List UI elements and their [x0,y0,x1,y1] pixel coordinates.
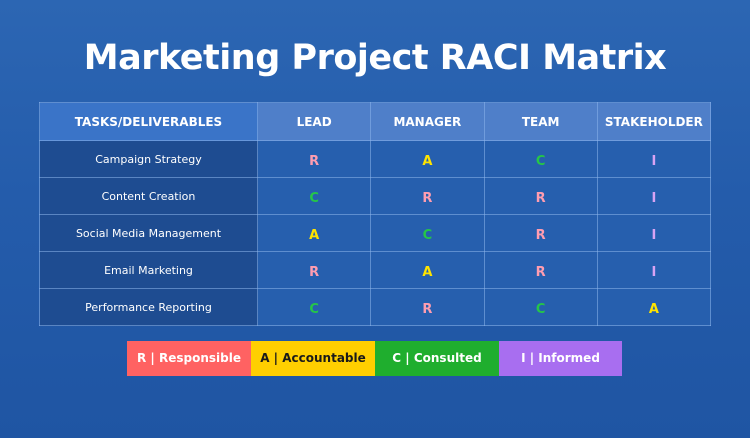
raci-code: R [535,190,546,206]
task-name: Social Media Management [39,214,258,252]
legend-informed: I | Informed [499,341,622,376]
legend: R | Responsible A | Accountable C | Cons… [127,341,622,376]
task-name: Content Creation [39,177,258,215]
raci-code: R [309,153,320,169]
raci-cell: I [596,251,712,289]
raci-code: C [535,153,546,169]
raci-cell: R [370,177,485,215]
legend-consulted: C | Consulted [375,341,499,376]
table-row: Social Media Management A C R I [39,214,712,252]
task-name: Email Marketing [39,251,258,289]
task-name: Performance Reporting [39,288,258,326]
table-row: Performance Reporting C R C A [39,288,712,326]
column-header-manager: MANAGER [370,102,485,141]
raci-code: R [309,264,320,280]
column-header-stakeholder: STAKEHOLDER [596,102,712,141]
raci-cell: I [596,214,712,252]
raci-cell: R [256,251,372,289]
raci-code: C [309,190,319,206]
table-row: Email Marketing R A R I [39,251,712,289]
raci-code: A [422,153,433,169]
raci-cell: R [483,177,598,215]
raci-code: I [651,190,657,206]
raci-code: R [535,227,546,243]
raci-cell: I [596,140,712,178]
raci-cell: I [596,177,712,215]
raci-cell: R [256,140,372,178]
raci-cell: C [256,177,372,215]
legend-responsible: R | Responsible [127,341,251,376]
raci-table: TASKS/DELIVERABLES LEAD MANAGER TEAM STA… [39,102,712,326]
raci-cell: A [596,288,712,326]
raci-cell: C [256,288,372,326]
table-row: Campaign Strategy R A C I [39,140,712,178]
raci-code: A [648,301,659,317]
raci-code: R [422,190,433,206]
raci-cell: C [483,288,598,326]
column-header-tasks: TASKS/DELIVERABLES [39,102,258,141]
raci-cell: A [370,140,485,178]
raci-code: I [651,153,657,169]
raci-cell: R [483,251,598,289]
page-title: Marketing Project RACI Matrix [83,38,667,78]
raci-cell: C [370,214,485,252]
column-header-lead: LEAD [256,102,372,141]
legend-accountable: A | Accountable [251,341,375,376]
raci-cell: C [483,140,598,178]
column-header-team: TEAM [483,102,598,141]
raci-code: A [422,264,433,280]
raci-code: R [535,264,546,280]
raci-code: C [309,301,319,317]
raci-code: I [651,264,657,280]
raci-cell: R [483,214,598,252]
raci-code: C [422,227,433,243]
raci-cell: A [256,214,372,252]
raci-cell: A [370,251,485,289]
raci-code: R [422,301,433,317]
raci-cell: R [370,288,485,326]
raci-code: C [535,301,546,317]
raci-code: I [651,227,657,243]
header-row: TASKS/DELIVERABLES LEAD MANAGER TEAM STA… [39,102,712,141]
raci-code: A [309,227,320,243]
table-row: Content Creation C R R I [39,177,712,215]
task-name: Campaign Strategy [39,140,258,178]
